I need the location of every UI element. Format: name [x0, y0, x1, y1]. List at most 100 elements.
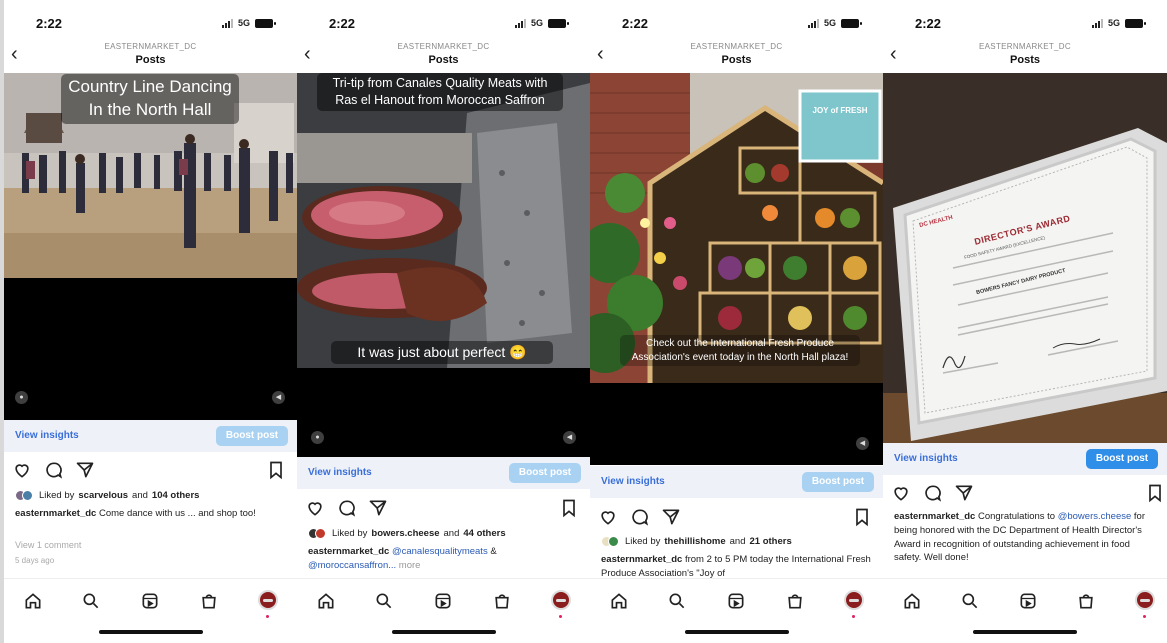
profile-avatar[interactable] [258, 590, 278, 610]
signal-icon [1091, 18, 1103, 28]
comment-icon[interactable] [630, 507, 650, 527]
bookmark-icon[interactable] [266, 460, 286, 480]
insights-bar: View insights Boost post [297, 457, 590, 489]
caption-username[interactable]: easternmarket_dc [15, 508, 96, 519]
boost-post-button[interactable]: Boost post [509, 463, 581, 483]
post-photo: DC HEALTH DIRECTOR'S AWARD FOOD SAFETY A… [883, 73, 1167, 443]
network-label: 5G [530, 18, 543, 28]
liked-others[interactable]: 21 others [749, 536, 791, 547]
award-certificate-photo [883, 73, 1167, 443]
notification-dot [559, 615, 562, 618]
view-insights-link[interactable]: View insights [15, 430, 79, 441]
reels-icon[interactable] [726, 591, 746, 611]
status-icons: 5G [221, 18, 276, 28]
posts-header: ‹ EASTERNMARKET_DC Posts [590, 40, 883, 72]
liked-others[interactable]: 44 others [463, 528, 505, 539]
view-insights-link[interactable]: View insights [308, 467, 372, 478]
account-name: EASTERNMARKET_DC [104, 42, 197, 51]
mute-icon[interactable]: ◀ [856, 437, 869, 450]
post-media[interactable]: Tri-tip from Canales Quality Meats with … [297, 73, 590, 457]
bookmark-icon[interactable] [852, 507, 872, 527]
boost-post-button[interactable]: Boost post [1086, 449, 1158, 469]
search-icon[interactable] [960, 591, 980, 611]
reels-icon[interactable] [140, 591, 160, 611]
post-media[interactable]: Country Line Dancing In the North Hall ●… [4, 73, 297, 420]
overlay-line-1: Check out the International Fresh Produc… [646, 338, 834, 349]
tagged-people-icon[interactable]: ● [15, 391, 28, 404]
share-icon[interactable] [368, 498, 388, 518]
post-photo: Tri-tip from Canales Quality Meats with … [297, 73, 590, 368]
more-link[interactable]: more [399, 560, 421, 571]
shop-icon[interactable] [785, 591, 805, 611]
profile-avatar[interactable] [1135, 590, 1155, 610]
view-comments-link[interactable]: View 1 comment [15, 540, 81, 550]
comment-icon[interactable] [44, 460, 64, 480]
heart-icon[interactable] [305, 498, 325, 518]
shop-icon[interactable] [1076, 591, 1096, 611]
post-caption: easternmarket_dc Come dance with us ... … [15, 507, 288, 537]
caption-mention[interactable]: @bowers.cheese [1058, 511, 1132, 522]
search-icon[interactable] [374, 591, 394, 611]
post-media[interactable]: JOY of FRESH Check out the International… [590, 73, 883, 465]
caption-username[interactable]: easternmarket_dc [308, 546, 389, 557]
status-time: 2:22 [36, 16, 63, 31]
share-icon[interactable] [954, 483, 974, 503]
notification-dot [852, 615, 855, 618]
boost-post-button[interactable]: Boost post [802, 472, 874, 492]
boost-post-button[interactable]: Boost post [216, 426, 288, 446]
post-photo: JOY of FRESH Check out the International… [590, 73, 883, 383]
share-icon[interactable] [661, 507, 681, 527]
profile-avatar[interactable] [844, 590, 864, 610]
home-icon[interactable] [609, 591, 629, 611]
likes-line[interactable]: Liked by bowers.cheese and 44 others [308, 528, 582, 539]
bookmark-icon[interactable] [1145, 483, 1165, 503]
comment-icon[interactable] [337, 498, 357, 518]
caption-mention-2[interactable]: @moroccansaffron... [308, 560, 396, 571]
post-caption: easternmarket_dc @canalesqualitymeats & … [308, 545, 581, 573]
profile-avatar[interactable] [551, 590, 571, 610]
tagged-people-icon[interactable]: ● [311, 431, 324, 444]
caption-username[interactable]: easternmarket_dc [894, 511, 975, 522]
notification-dot [266, 615, 269, 618]
heart-icon[interactable] [891, 483, 911, 503]
status-time: 2:22 [622, 16, 649, 31]
mute-icon[interactable]: ◀ [272, 391, 285, 404]
home-indicator [391, 630, 496, 634]
search-icon[interactable] [667, 591, 687, 611]
shop-icon[interactable] [492, 591, 512, 611]
liked-by-user[interactable]: scarvelous [78, 490, 128, 501]
search-icon[interactable] [81, 591, 101, 611]
caption-username[interactable]: easternmarket_dc [601, 554, 682, 565]
liker-avatars [15, 490, 33, 501]
liked-by-user[interactable]: bowers.cheese [371, 528, 439, 539]
overlay-line-2: Ras el Hanout from Moroccan Saffron [335, 92, 545, 107]
likes-line[interactable]: Liked by scarvelous and 104 others [15, 490, 289, 501]
heart-icon[interactable] [598, 507, 618, 527]
likes-line[interactable]: Liked by thehillishome and 21 others [601, 536, 875, 547]
home-icon[interactable] [902, 591, 922, 611]
bottom-nav [590, 578, 883, 643]
share-icon[interactable] [75, 460, 95, 480]
home-icon[interactable] [23, 591, 43, 611]
comment-icon[interactable] [923, 483, 943, 503]
account-name: EASTERNMARKET_DC [979, 42, 1071, 51]
home-icon[interactable] [316, 591, 336, 611]
post-caption: easternmarket_dc Congratulations to @bow… [894, 510, 1158, 566]
liked-others[interactable]: 104 others [152, 490, 200, 501]
heart-icon[interactable] [12, 460, 32, 480]
caption-mention-1[interactable]: @canalesqualitymeats [392, 546, 488, 557]
view-insights-link[interactable]: View insights [601, 476, 665, 487]
account-name: EASTERNMARKET_DC [690, 42, 783, 51]
liked-by-user[interactable]: thehillishome [664, 536, 725, 547]
overlay-line-2: Association's event today in the North H… [631, 351, 849, 363]
post-media[interactable]: DC HEALTH DIRECTOR'S AWARD FOOD SAFETY A… [883, 73, 1167, 443]
view-insights-link[interactable]: View insights [894, 453, 958, 464]
reels-icon[interactable] [433, 591, 453, 611]
reels-icon[interactable] [1018, 591, 1038, 611]
shop-icon[interactable] [199, 591, 219, 611]
status-time: 2:22 [915, 16, 942, 31]
mute-icon[interactable]: ◀ [563, 431, 576, 444]
bookmark-icon[interactable] [559, 498, 579, 518]
bottom-nav [4, 578, 297, 643]
home-indicator [98, 630, 203, 634]
